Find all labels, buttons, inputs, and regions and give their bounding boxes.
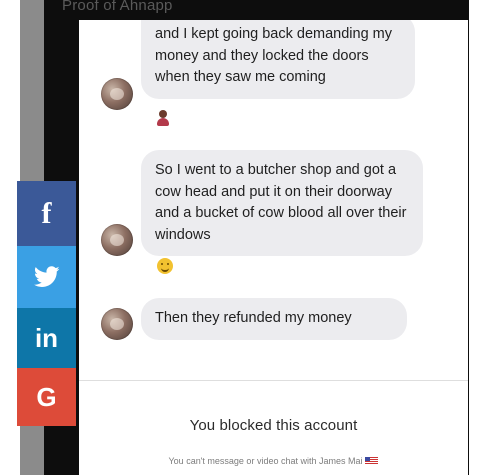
chat-screen[interactable]: and I kept going back demanding my money… — [79, 20, 468, 475]
avatar[interactable] — [101, 78, 133, 110]
blocked-subtitle-text: You can't message or video chat with Jam… — [168, 456, 363, 466]
twitter-icon — [33, 266, 60, 287]
phone-top-caption: Proof of Ahnapp — [62, 0, 173, 14]
message-bubble-2[interactable]: So I went to a butcher shop and got a co… — [141, 150, 423, 256]
blocked-account-subtitle: You can't message or video chat with Jam… — [79, 456, 468, 466]
linkedin-icon: in — [34, 322, 59, 353]
avatar[interactable] — [101, 224, 133, 256]
facebook-share-button[interactable]: f — [17, 181, 76, 246]
google-share-button[interactable]: G — [17, 368, 76, 426]
social-share-bar: f in G — [17, 181, 76, 426]
google-icon: G — [36, 381, 57, 412]
woman-emoji-icon — [157, 110, 169, 129]
linkedin-share-button[interactable]: in — [17, 308, 76, 368]
screenshot-frame: Proof of Ahnapp and I kept going back de… — [0, 0, 481, 475]
us-flag-icon — [365, 457, 379, 465]
blocked-account-title: You blocked this account — [189, 417, 358, 434]
divider — [79, 380, 468, 381]
smile-emoji-icon — [157, 258, 173, 277]
avatar[interactable] — [101, 308, 133, 340]
twitter-share-button[interactable] — [17, 246, 76, 308]
message-bubble-3[interactable]: Then they refunded my money — [141, 298, 407, 340]
message-bubble-1[interactable]: and I kept going back demanding my money… — [141, 20, 415, 99]
facebook-icon: f — [41, 196, 52, 230]
